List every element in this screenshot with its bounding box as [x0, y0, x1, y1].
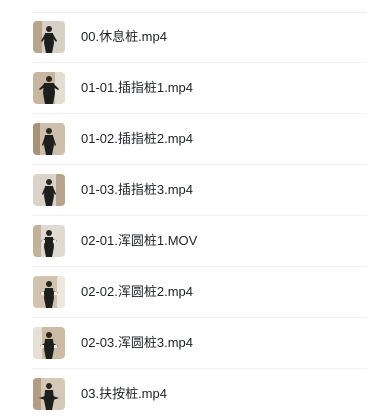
file-row[interactable]: 03.扶按桩.mp4 — [0, 369, 367, 420]
file-name: 02-03.浑圆桩3.mp4 — [81, 335, 193, 350]
file-row[interactable]: 01-02.插指桩2.mp4 — [0, 114, 367, 165]
file-name: 03.扶按桩.mp4 — [81, 386, 167, 401]
file-name: 02-02.浑圆桩2.mp4 — [81, 284, 193, 299]
file-row[interactable]: 00.休息桩.mp4 — [0, 12, 367, 63]
video-thumbnail — [33, 327, 65, 359]
video-thumbnail — [33, 174, 65, 206]
file-name: 01-02.插指桩2.mp4 — [81, 131, 193, 146]
file-name: 01-01.插指桩1.mp4 — [81, 80, 193, 95]
video-thumbnail — [33, 72, 65, 104]
file-name: 02-01.浑圆桩1.MOV — [81, 233, 198, 248]
file-row[interactable]: 02-03.浑圆桩3.mp4 — [0, 318, 367, 369]
video-thumbnail — [33, 225, 65, 257]
file-name: 00.休息桩.mp4 — [81, 29, 167, 44]
video-thumbnail — [33, 123, 65, 155]
file-name: 01-03.插指桩3.mp4 — [81, 182, 193, 197]
file-row[interactable]: 01-01.插指桩1.mp4 — [0, 63, 367, 114]
video-thumbnail — [33, 21, 65, 53]
video-thumbnail — [33, 378, 65, 410]
file-row[interactable]: 02-02.浑圆桩2.mp4 — [0, 267, 367, 318]
file-row[interactable]: 01-03.插指桩3.mp4 — [0, 165, 367, 216]
file-row[interactable]: 02-01.浑圆桩1.MOV — [0, 216, 367, 267]
video-thumbnail — [33, 276, 65, 308]
